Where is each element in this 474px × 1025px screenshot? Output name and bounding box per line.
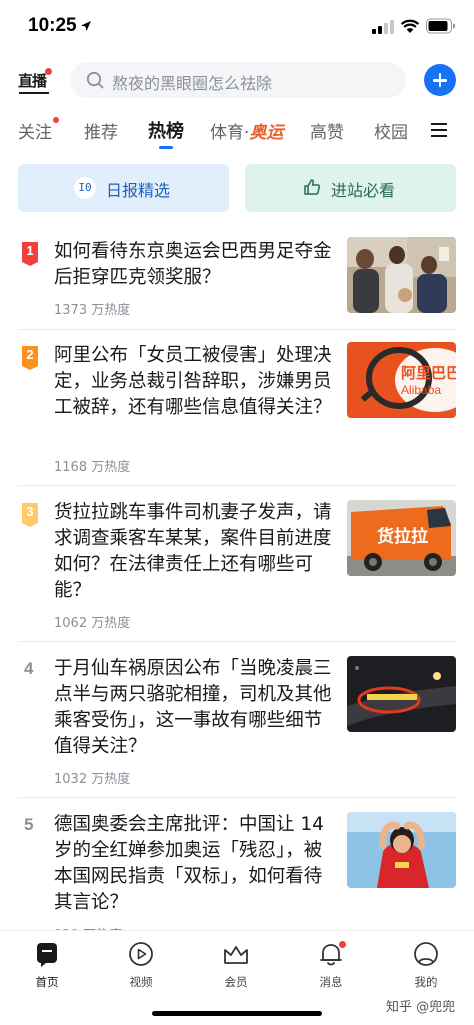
hot-item-heat: 1168 万热度 (54, 460, 131, 475)
nav-membership-label: 会员 (224, 975, 248, 989)
nav-home-label: 首页 (35, 975, 59, 989)
nav-home[interactable]: 首页 (17, 937, 77, 997)
profile-icon (414, 942, 438, 966)
daily-icon: I0 (74, 177, 96, 199)
home-indicator[interactable] (152, 1011, 322, 1016)
tab-campus[interactable]: 校园 (374, 118, 408, 143)
add-button[interactable] (424, 64, 456, 96)
rank-badge: 2 (22, 346, 38, 370)
video-play-icon (129, 942, 153, 966)
signal-icon (372, 20, 394, 34)
rank-number: 4 (24, 659, 34, 678)
hot-item-title: 阿里公布「女员工被侵害」处理决定，业务总裁引咎辞职，涉嫌男员工被辞，还有哪些信息… (54, 345, 332, 418)
hot-item-thumbnail (347, 812, 456, 888)
hot-item-heat: 1032 万热度 (54, 772, 131, 787)
must-read-button[interactable]: 进站必看 (245, 164, 456, 212)
nav-messages[interactable]: 消息 (301, 937, 361, 997)
diver-athlete-image (347, 812, 456, 888)
hot-item-thumbnail: 货拉拉 (347, 500, 456, 576)
hot-item-thumbnail (347, 656, 456, 732)
live-underline (19, 92, 49, 94)
tab-sports[interactable]: 体育·奥运 (210, 118, 283, 143)
hot-item-title: 德国奥委会主席批评：中国让 14 岁的全红婵参加奥运「残忍」，被本国网民指责「双… (54, 814, 324, 913)
tab-follow[interactable]: 关注 (18, 118, 52, 143)
hot-item-title: 如何看待东京奥运会巴西男足夺金后拒穿匹克领奖服？ (54, 241, 332, 288)
tab-recommend[interactable]: 推荐 (84, 118, 118, 143)
search-row: 直播 熬夜的黑眼圈怎么祛除 (0, 58, 474, 102)
night-road-image (347, 656, 456, 732)
tab-top-voted[interactable]: 高赞 (310, 118, 344, 143)
rank-badge: 3 (22, 503, 38, 527)
search-icon (86, 71, 104, 89)
alibaba-logo-image: 阿里巴巴 Alibaba (347, 342, 456, 418)
search-input[interactable]: 熬夜的黑眼圈怎么祛除 (70, 62, 406, 98)
tab-active-indicator (159, 146, 173, 149)
hot-list-item[interactable]: 2 阿里公布「女员工被侵害」处理决定，业务总裁引咎辞职，涉嫌男员工被辞，还有哪些… (0, 330, 474, 486)
status-time: 10:25 (28, 15, 77, 36)
football-players-image (347, 237, 456, 313)
nav-membership[interactable]: 会员 (206, 937, 266, 997)
lalamove-van-image: 货拉拉 (347, 500, 456, 576)
hot-list-item[interactable]: 3 货拉拉跳车事件司机妻子发声，请求调查乘客车某某，案件目前进度如何？在法律责任… (0, 486, 474, 642)
must-read-label: 进站必看 (331, 181, 396, 200)
nav-video-label: 视频 (129, 975, 153, 989)
nav-profile-label: 我的 (414, 975, 438, 989)
hot-list-item[interactable]: 1 如何看待东京奥运会巴西男足夺金后拒穿匹克领奖服？ 1373 万热度 (0, 224, 474, 330)
channel-tabs: 关注 推荐 热榜 体育·奥运 高赞 校园 (0, 110, 474, 154)
rank-number: 5 (24, 815, 34, 834)
daily-picks-button[interactable]: I0 日报精选 (18, 164, 229, 212)
hot-item-title: 于月仙车祸原因公布「当晚凌晨三点半与两只骆驼相撞，司机及其他乘客受伤」，这一事故… (54, 658, 332, 757)
tab-sports-badge: 奥运 (249, 123, 284, 143)
hot-list-item[interactable]: 4 于月仙车祸原因公布「当晚凌晨三点半与两只骆驼相撞，司机及其他乘客受伤」，这一… (0, 642, 474, 798)
status-bar: 10:25 (0, 0, 474, 54)
alibaba-thumb-text: 阿里巴巴 (401, 364, 456, 382)
tab-follow-dot-icon (53, 117, 59, 123)
rank-badge: 1 (22, 242, 38, 266)
tab-sports-label: 体育· (210, 123, 250, 143)
lalamove-thumb-text: 货拉拉 (377, 526, 428, 547)
wifi-icon (400, 19, 420, 33)
hot-item-heat: 1062 万热度 (54, 616, 131, 631)
alibaba-thumb-text-en: Alibaba (401, 383, 441, 397)
messages-unread-dot-icon (339, 941, 346, 948)
battery-icon (426, 18, 455, 34)
nav-profile[interactable]: 我的 (396, 937, 456, 997)
home-icon (37, 943, 57, 967)
daily-picks-label: 日报精选 (106, 181, 171, 200)
hot-item-title: 货拉拉跳车事件司机妻子发声，请求调查乘客车某某，案件目前进度如何？在法律责任上还… (54, 502, 332, 601)
hot-item-thumbnail (347, 237, 456, 313)
watermark: 知乎 @兜兜 (386, 1000, 456, 1015)
hot-item-thumbnail: 阿里巴巴 Alibaba (347, 342, 456, 418)
nav-video[interactable]: 视频 (111, 937, 171, 997)
live-entry-button[interactable]: 直播 (18, 64, 52, 96)
crown-icon (224, 946, 248, 964)
menu-icon[interactable] (431, 122, 447, 138)
location-arrow-icon (81, 21, 91, 31)
hot-item-heat: 1373 万热度 (54, 303, 131, 318)
nav-messages-label: 消息 (319, 975, 343, 989)
tab-hot-list[interactable]: 热榜 (148, 117, 184, 143)
hot-list-item[interactable]: 5 德国奥委会主席批评：中国让 14 岁的全红婵参加奥运「残忍」，被本国网民指责… (0, 798, 474, 943)
live-dot-icon (45, 68, 52, 75)
search-placeholder: 熬夜的黑眼圈怎么祛除 (112, 74, 273, 93)
thumbs-up-icon (304, 179, 321, 195)
